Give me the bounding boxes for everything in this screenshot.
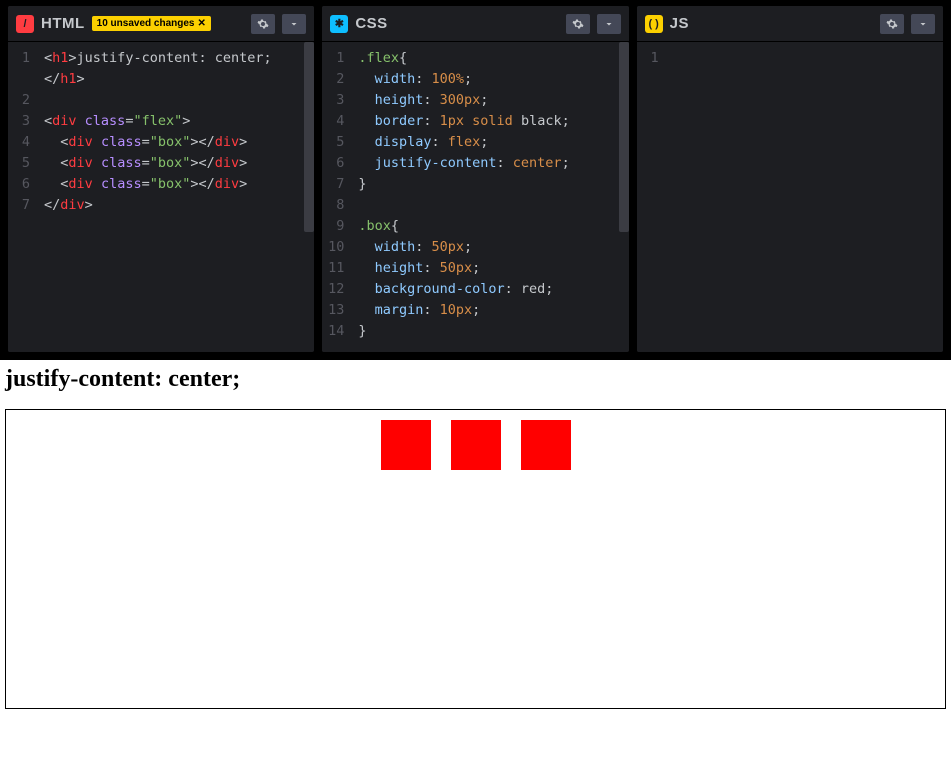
line-number: 7 [326, 174, 344, 195]
settings-button[interactable] [566, 14, 590, 34]
line-number: 13 [326, 300, 344, 321]
line-number: 7 [12, 195, 30, 216]
js-icon: ( ) [645, 15, 663, 33]
dropdown-button[interactable] [597, 14, 621, 34]
css-icon: ✱ [330, 15, 348, 33]
line-number: 1 [12, 48, 30, 69]
unsaved-text: 10 unsaved changes [97, 18, 195, 29]
dropdown-button[interactable] [911, 14, 935, 34]
html-icon: / [16, 15, 34, 33]
preview-heading: justify-content: center; [5, 366, 946, 393]
settings-button[interactable] [880, 14, 904, 34]
chevron-down-icon [917, 18, 929, 30]
line-number: 11 [326, 258, 344, 279]
scrollbar-thumb[interactable] [304, 42, 314, 232]
html-label: HTML [41, 15, 85, 32]
line-number: 12 [326, 279, 344, 300]
html-panel-header: / HTML 10 unsaved changes ✕ [8, 6, 314, 42]
html-code-editor[interactable]: 1 2 3 4 5 6 7 <h1>justify-content: cente… [8, 42, 314, 352]
line-number: 2 [12, 90, 30, 111]
js-panel: ( ) JS 1 [637, 6, 943, 352]
dropdown-button[interactable] [282, 14, 306, 34]
html-panel: / HTML 10 unsaved changes ✕ 1 2 3 4 5 [8, 6, 314, 352]
line-number: 1 [641, 48, 659, 69]
line-number: 1 [326, 48, 344, 69]
scrollbar[interactable] [304, 42, 314, 352]
line-number: 6 [326, 153, 344, 174]
chevron-down-icon [288, 18, 300, 30]
js-panel-header: ( ) JS [637, 6, 943, 42]
red-box [381, 420, 431, 470]
red-box [451, 420, 501, 470]
css-panel-header: ✱ CSS [322, 6, 628, 42]
scrollbar-thumb[interactable] [619, 42, 629, 232]
line-number [12, 69, 30, 90]
preview-pane: justify-content: center; [0, 360, 951, 714]
flex-container [5, 409, 946, 709]
chevron-down-icon [603, 18, 615, 30]
scrollbar[interactable] [619, 42, 629, 352]
gear-icon [572, 18, 584, 30]
js-code-content[interactable] [665, 42, 943, 352]
gear-icon [257, 18, 269, 30]
line-number: 5 [12, 153, 30, 174]
css-code-content[interactable]: .flex{ width: 100%; height: 300px; borde… [350, 42, 628, 352]
line-number: 4 [12, 132, 30, 153]
js-code-editor[interactable]: 1 [637, 42, 943, 352]
editor-panels: / HTML 10 unsaved changes ✕ 1 2 3 4 5 [0, 0, 951, 360]
line-number: 6 [12, 174, 30, 195]
close-icon[interactable]: ✕ [197, 18, 205, 29]
css-gutter: 1 2 3 4 5 6 7 8 9 10 11 12 13 14 [322, 42, 350, 352]
line-number: 14 [326, 321, 344, 342]
line-number: 2 [326, 69, 344, 90]
js-gutter: 1 [637, 42, 665, 352]
css-code-editor[interactable]: 1 2 3 4 5 6 7 8 9 10 11 12 13 14 .flex{ … [322, 42, 628, 352]
js-label: JS [670, 15, 689, 32]
line-number: 10 [326, 237, 344, 258]
settings-button[interactable] [251, 14, 275, 34]
html-code-content[interactable]: <h1>justify-content: center; </h1> <div … [36, 42, 314, 352]
line-number: 4 [326, 111, 344, 132]
line-number: 3 [12, 111, 30, 132]
html-gutter: 1 2 3 4 5 6 7 [8, 42, 36, 352]
line-number: 5 [326, 132, 344, 153]
css-label: CSS [355, 15, 387, 32]
unsaved-changes-badge[interactable]: 10 unsaved changes ✕ [92, 16, 211, 31]
line-number: 3 [326, 90, 344, 111]
css-panel: ✱ CSS 1 2 3 4 5 6 7 8 9 10 11 [322, 6, 628, 352]
line-number: 9 [326, 216, 344, 237]
gear-icon [886, 18, 898, 30]
line-number: 8 [326, 195, 344, 216]
red-box [521, 420, 571, 470]
